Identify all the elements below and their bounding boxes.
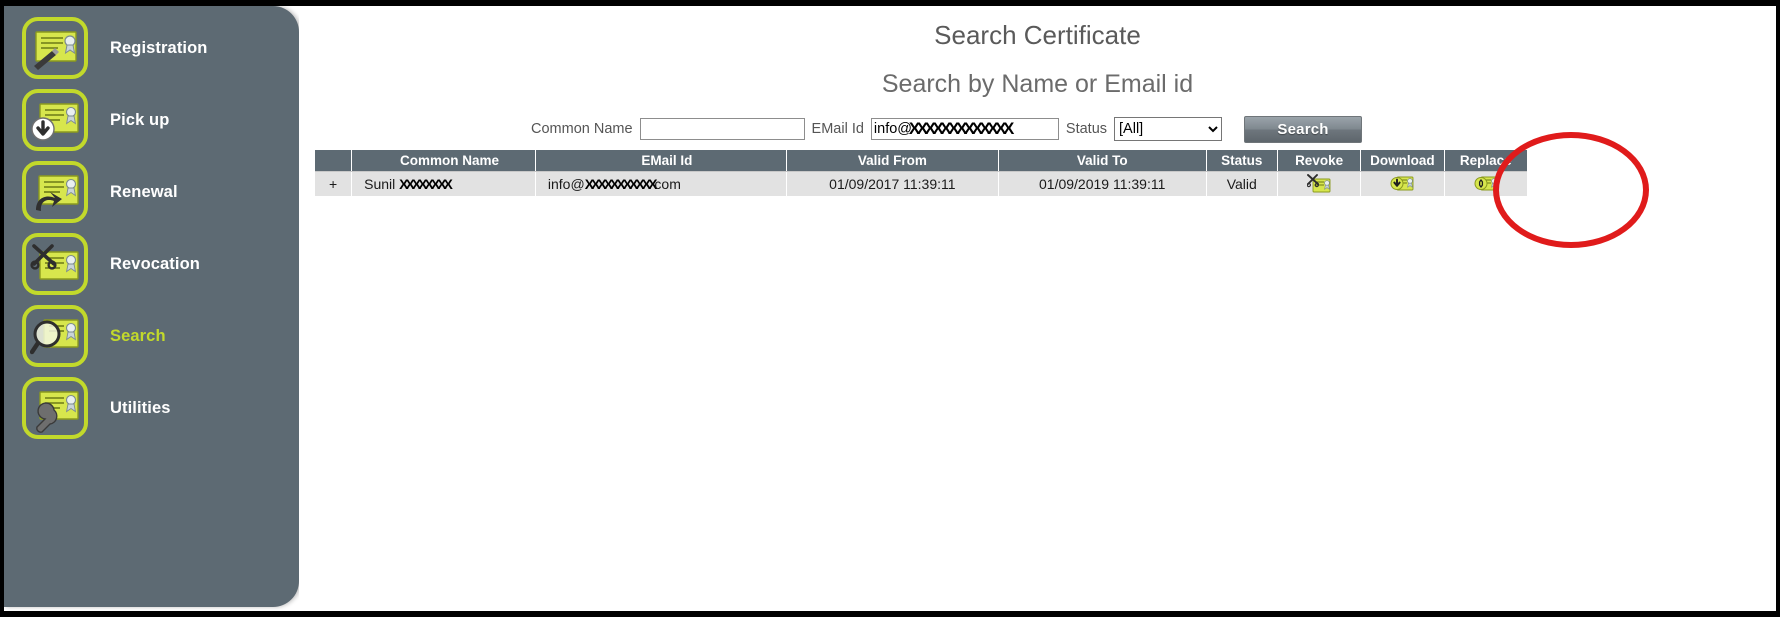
sidebar-item-label: Registration [110,38,208,57]
search-button[interactable]: Search [1244,115,1363,143]
sidebar-navigation: Registration Pick up Renewal Revocation … [4,6,299,607]
certificate-revoke-icon [22,233,88,295]
cell-status-badge: Valid [1206,171,1278,196]
certificate-download-icon[interactable] [1390,174,1414,193]
common-name-redaction-mask: XXXXXXXX [399,175,453,192]
sidebar-item-label: Search [110,326,166,345]
column-header-valid-to: Valid To [998,150,1207,172]
cell-valid-from: 01/09/2017 11:39:11 [786,171,999,196]
certificate-revoke-icon[interactable] [1306,174,1331,193]
email-label: EMail Id [811,121,864,137]
page-subtitle: Search by Name or Email id [881,70,1194,98]
cell-revoke [1277,171,1362,196]
certificate-replace-icon[interactable] [1474,174,1498,193]
common-name-label: Common Name [531,121,633,137]
certificate-pen-icon [22,17,88,79]
table-row: + Sunil XXXXXXXX info@XXXXXXXXXXXcom 01/… [315,171,1527,196]
cell-valid-to: 01/09/2019 11:39:11 [998,171,1207,196]
column-header-status: Status [1206,150,1278,172]
certificate-renew-arrow-icon [22,161,88,223]
sidebar-item-registration[interactable]: Registration [22,12,287,84]
column-header-revoke: Revoke [1277,150,1362,172]
sidebar-item-label: Utilities [110,398,171,417]
table-header-row: Common Name EMail Id Valid From Valid To… [315,150,1527,172]
cell-replace [1444,171,1527,196]
cell-common-name: Sunil XXXXXXXX [351,171,536,196]
status-select[interactable]: [All] [1114,117,1223,141]
certificate-download-icon [22,89,88,151]
cell-email: info@XXXXXXXXXXXcom [535,171,787,196]
column-header-replace: Replace [1444,150,1527,172]
email-redaction-mask: XXXXXXXXXXX [584,175,658,192]
email-prefix-text: info@ [547,175,585,192]
common-name-input[interactable] [639,118,805,140]
email-suffix-text: com [654,175,681,192]
column-header-valid-from: Valid From [786,150,999,172]
cell-download [1360,171,1445,196]
email-input[interactable] [870,118,1059,140]
sidebar-item-label: Renewal [110,182,178,201]
column-header-expander [315,150,353,172]
column-header-email: EMail Id [535,150,787,172]
sidebar-item-pickup[interactable]: Pick up [22,84,287,156]
certificate-magnifier-icon [22,305,88,367]
page-title: Search Certificate [934,20,1141,50]
status-label: Status [1065,121,1108,137]
column-header-common-name: Common Name [351,150,536,172]
column-header-download: Download [1360,150,1445,172]
certificates-table: Common Name EMail Id Valid From Valid To… [315,150,1527,196]
sidebar-item-search[interactable]: Search [22,300,287,372]
search-form: Common Name EMail Id XXXXXXXXXXXXX Statu… [524,115,1363,143]
sidebar-item-revocation[interactable]: Revocation [22,228,287,300]
row-expander-button[interactable]: + [315,171,353,196]
main-content: Search Certificate Search by Name or Ema… [299,6,1776,611]
application-window: Registration Pick up Renewal Revocation … [0,0,1780,617]
email-input-wrapper: XXXXXXXXXXXXX [870,118,1059,140]
common-name-visible-text: Sunil [364,175,400,192]
sidebar-item-label: Pick up [110,110,170,129]
certificate-wrench-icon [22,377,88,439]
sidebar-item-utilities[interactable]: Utilities [22,372,287,444]
sidebar-item-label: Revocation [110,254,200,273]
sidebar-item-renewal[interactable]: Renewal [22,156,287,228]
